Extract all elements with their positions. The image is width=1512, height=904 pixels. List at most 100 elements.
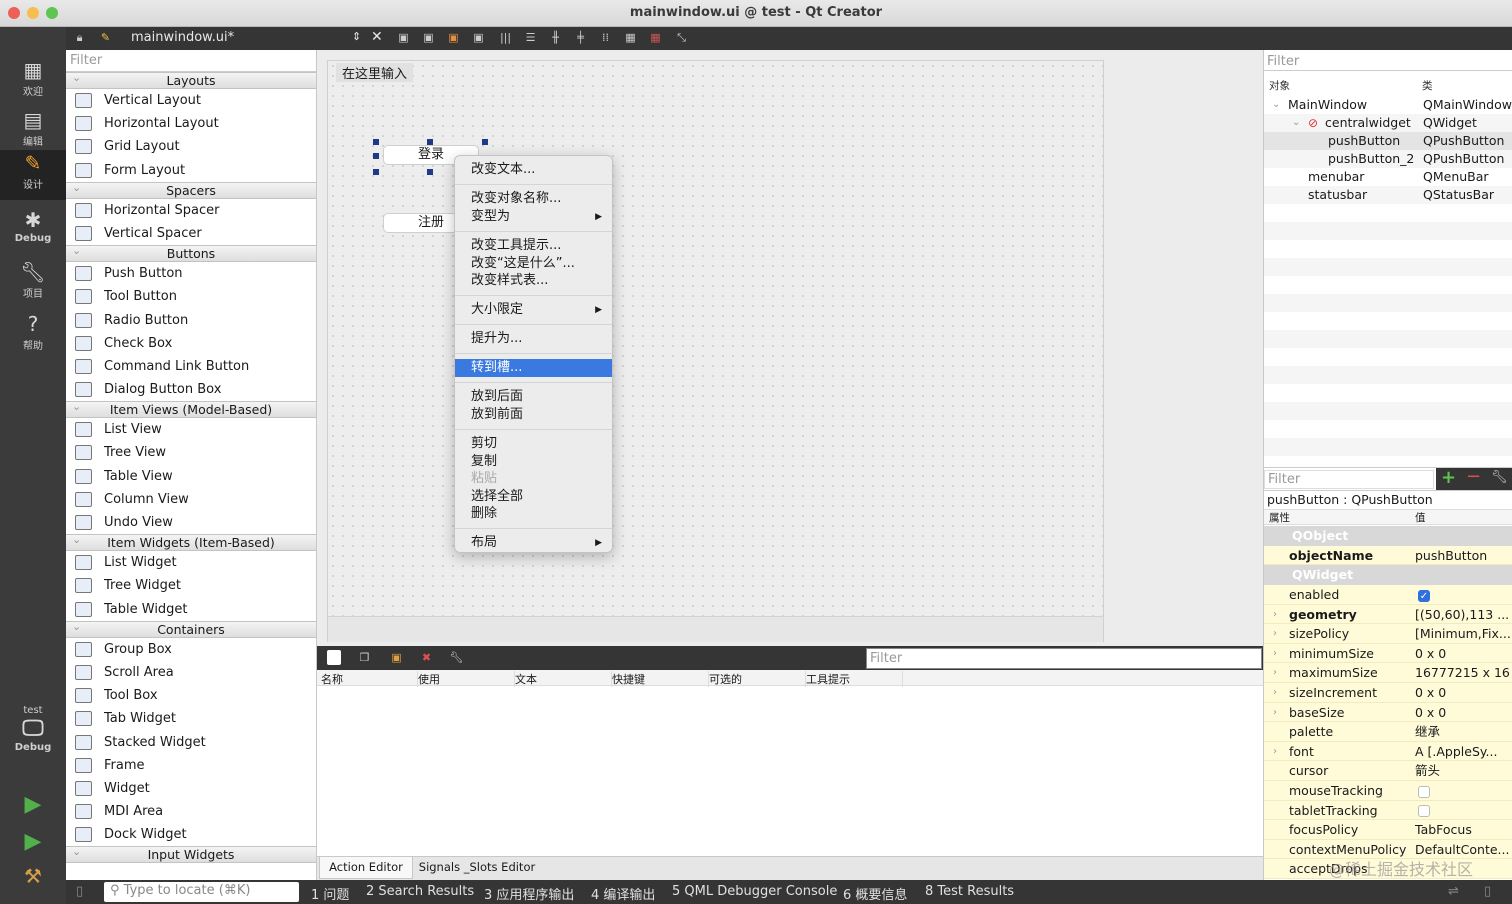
copy-action-icon[interactable]: ❐ bbox=[357, 650, 372, 665]
widget-item[interactable]: Tree Widget bbox=[66, 574, 316, 597]
mode-design[interactable]: ✎ 设计 bbox=[0, 150, 66, 200]
object-tree-row[interactable]: pushButton QPushButton bbox=[1264, 132, 1512, 150]
property-value[interactable]: 箭头 bbox=[1415, 761, 1511, 780]
selection-handle[interactable] bbox=[373, 153, 379, 159]
object-tree-row[interactable]: statusbar QStatusBar bbox=[1264, 186, 1512, 204]
widget-item[interactable]: Vertical Layout bbox=[66, 89, 316, 112]
selection-handle[interactable] bbox=[427, 169, 433, 175]
output-toggle-icon[interactable]: ▯ bbox=[1484, 884, 1491, 899]
edit-tab-order-icon[interactable]: ▣ bbox=[471, 30, 486, 45]
output-pane-button[interactable]: 2 Search Results bbox=[366, 884, 474, 899]
expand-chevron-icon[interactable]: › bbox=[1273, 663, 1277, 682]
property-row[interactable]: › maximumSize 16777215 x 16... bbox=[1264, 663, 1512, 683]
property-checkbox[interactable] bbox=[1418, 805, 1430, 818]
context-menu-item[interactable]: 改变对象名称... bbox=[455, 190, 612, 208]
object-tree-row[interactable]: ⌄ centralwidget ⊘ QWidget bbox=[1264, 114, 1512, 132]
mode-debug[interactable]: ✱ Debug bbox=[0, 207, 66, 257]
context-menu-item[interactable]: 放到前面 bbox=[455, 406, 612, 424]
run-button[interactable]: ▶ bbox=[0, 792, 66, 822]
property-row[interactable]: › font A [.AppleSy... bbox=[1264, 741, 1512, 762]
widget-item[interactable]: Form Layout bbox=[66, 159, 316, 182]
property-row[interactable]: focusPolicy TabFocus bbox=[1264, 820, 1512, 840]
edit-widgets-icon[interactable]: ▣ bbox=[396, 30, 411, 45]
layout-h-splitter-icon[interactable]: ╫ bbox=[548, 30, 563, 45]
context-menu-item[interactable]: 改变文本... bbox=[455, 161, 612, 179]
widget-item[interactable]: Push Button bbox=[66, 262, 316, 285]
widget-item[interactable]: Check Box bbox=[66, 332, 316, 355]
widget-item[interactable]: Horizontal Spacer bbox=[66, 199, 316, 222]
property-value[interactable]: [(50,60),113 ... bbox=[1415, 605, 1511, 624]
output-pane-button[interactable]: 6 概要信息 bbox=[843, 884, 907, 903]
context-menu-item[interactable]: 大小限定 ▶ bbox=[455, 301, 612, 319]
property-value[interactable]: 0 x 0 bbox=[1415, 703, 1511, 722]
remove-property-icon[interactable]: − bbox=[1466, 466, 1481, 487]
expand-chevron-icon[interactable]: › bbox=[1273, 683, 1277, 702]
widget-item[interactable]: Group Box bbox=[66, 638, 316, 661]
object-tree-row[interactable]: pushButton_2 QPushButton bbox=[1264, 150, 1512, 168]
widget-category-header[interactable]: Containers bbox=[66, 619, 316, 638]
context-menu-item[interactable]: 改变工具提示... bbox=[455, 237, 612, 255]
context-menu-item[interactable]: 转到槽... bbox=[455, 359, 612, 377]
edit-buddies-icon[interactable]: ▣ bbox=[446, 30, 461, 45]
layout-form-icon[interactable]: ⁞⁞ bbox=[598, 30, 613, 45]
widget-item[interactable]: Widget bbox=[66, 777, 316, 800]
selection-handle[interactable] bbox=[373, 139, 379, 145]
layout-grid-icon[interactable]: ▦ bbox=[623, 30, 638, 45]
widget-item[interactable]: List Widget bbox=[66, 551, 316, 574]
layout-vertical-icon[interactable]: ☰ bbox=[523, 30, 538, 45]
context-menu-item[interactable]: 改变“这是什么”... bbox=[455, 255, 612, 273]
new-action-icon[interactable] bbox=[327, 650, 341, 665]
action-column-header[interactable]: 工具提示 bbox=[806, 671, 903, 687]
property-row[interactable]: › minimumSize 0 x 0 bbox=[1264, 643, 1512, 664]
widget-item[interactable]: Frame bbox=[66, 754, 316, 777]
property-value[interactable]: 继承 bbox=[1415, 722, 1511, 741]
object-tree-row[interactable]: menubar QMenuBar bbox=[1264, 168, 1512, 186]
property-row[interactable]: palette 继承 bbox=[1264, 722, 1512, 742]
context-menu-item[interactable]: 复制 bbox=[455, 453, 612, 471]
widget-item[interactable]: Horizontal Layout bbox=[66, 112, 316, 135]
output-pane-button[interactable]: 8 Test Results bbox=[925, 884, 1014, 899]
widget-item[interactable]: Table View bbox=[66, 465, 316, 488]
edit-signals-icon[interactable]: ▣ bbox=[421, 30, 436, 45]
widget-item[interactable]: MDI Area bbox=[66, 800, 316, 823]
property-value[interactable]: pushButton bbox=[1415, 546, 1511, 565]
widget-item[interactable]: Tool Box bbox=[66, 684, 316, 707]
widget-item[interactable]: List View bbox=[66, 418, 316, 441]
selection-handle[interactable] bbox=[482, 139, 488, 145]
property-row[interactable]: objectName pushButton bbox=[1264, 545, 1512, 566]
expand-chevron-icon[interactable]: › bbox=[1273, 624, 1277, 643]
property-row[interactable]: cursor 箭头 bbox=[1264, 761, 1512, 781]
widget-item[interactable]: Tab Widget bbox=[66, 707, 316, 730]
widget-category-header[interactable]: Layouts bbox=[66, 70, 316, 89]
object-tree-row[interactable]: ⌄ MainWindow QMainWindow bbox=[1264, 96, 1512, 114]
property-row[interactable]: › sizePolicy [Minimum,Fix... bbox=[1264, 624, 1512, 644]
property-value[interactable]: TabFocus bbox=[1415, 820, 1511, 839]
property-value[interactable]: [Minimum,Fix... bbox=[1415, 624, 1511, 643]
widget-item[interactable]: Tree View bbox=[66, 441, 316, 464]
file-switch-icon[interactable]: ⇕ bbox=[352, 30, 361, 43]
property-value[interactable]: 16777215 x 16... bbox=[1415, 663, 1511, 682]
tab-signals-slots-editor[interactable]: Signals _Slots Editor bbox=[415, 857, 539, 879]
context-menu-item[interactable]: 选择全部 bbox=[455, 488, 612, 506]
widget-item[interactable]: Radio Button bbox=[66, 309, 316, 332]
property-filter-input[interactable]: Filter bbox=[1264, 470, 1434, 489]
widget-item[interactable]: Dock Widget bbox=[66, 823, 316, 846]
action-column-header[interactable]: 可选的 bbox=[709, 671, 806, 687]
widget-item[interactable]: Stacked Widget bbox=[66, 731, 316, 754]
property-checkbox[interactable] bbox=[1418, 785, 1430, 798]
property-row[interactable]: tabletTracking bbox=[1264, 800, 1512, 821]
expand-chevron-icon[interactable]: › bbox=[1273, 703, 1277, 722]
tab-action-editor[interactable]: Action Editor bbox=[319, 857, 413, 879]
locator-input[interactable]: ⚲ Type to locate (⌘K) bbox=[104, 882, 299, 902]
context-menu-item[interactable]: 放到后面 bbox=[455, 388, 612, 406]
context-menu-item[interactable]: 布局 ▶ bbox=[455, 534, 612, 552]
layout-v-splitter-icon[interactable]: ╪ bbox=[573, 30, 588, 45]
open-file-name[interactable]: mainwindow.ui* bbox=[131, 30, 234, 45]
expand-chevron-icon[interactable]: ⌄ bbox=[1272, 96, 1280, 114]
kit-selector[interactable]: test 🖵︎ Debug bbox=[0, 705, 66, 771]
context-menu-item[interactable]: 剪切 bbox=[455, 435, 612, 453]
context-menu-item[interactable]: 变型为 ▶ bbox=[455, 208, 612, 226]
expand-chevron-icon[interactable]: › bbox=[1273, 742, 1277, 761]
delete-action-icon[interactable]: ✖ bbox=[419, 650, 434, 665]
debug-run-button[interactable]: ▶ bbox=[0, 829, 66, 859]
